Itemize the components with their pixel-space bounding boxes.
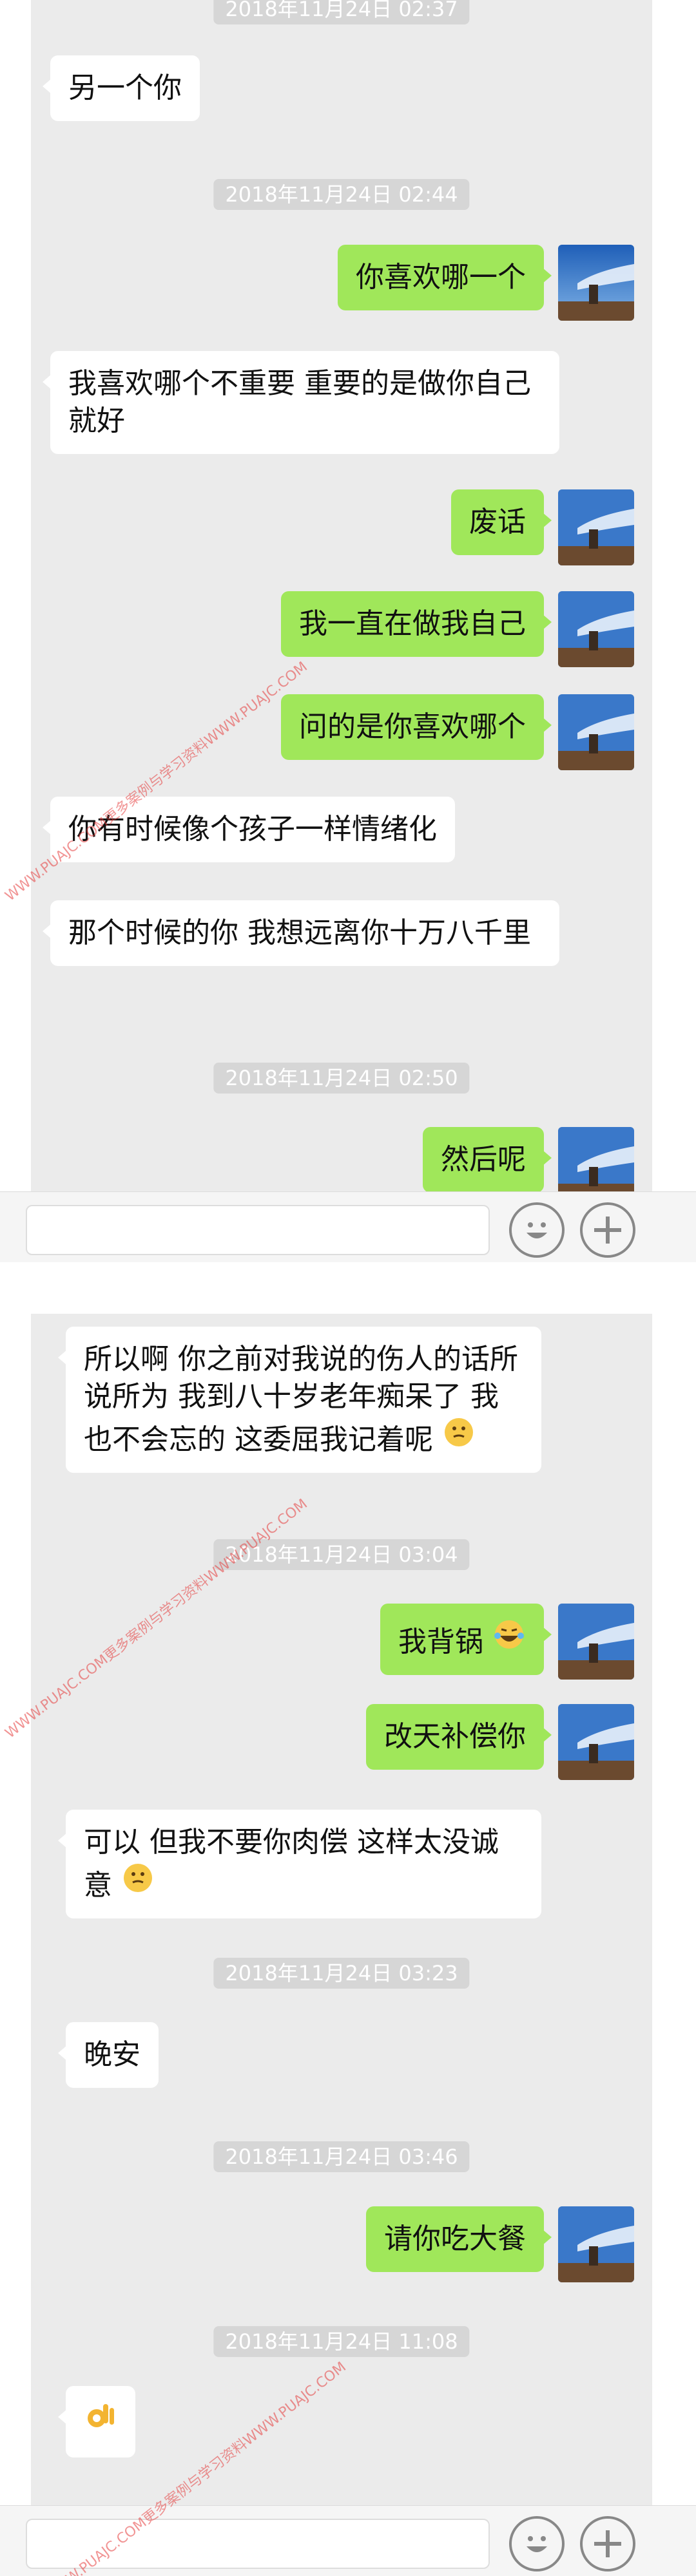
avatar[interactable] bbox=[558, 489, 634, 565]
incoming-message[interactable]: 我喜欢哪个不重要 重要的是做你自己就好 bbox=[43, 351, 559, 454]
incoming-message[interactable]: 可以 但我不要你肉偿 这样太没诚意 bbox=[58, 1810, 541, 1918]
add-button[interactable] bbox=[580, 1202, 635, 1258]
message-input[interactable] bbox=[26, 1205, 490, 1255]
timestamp: 2018年11月24日 02:37 bbox=[213, 0, 470, 24]
add-button[interactable] bbox=[580, 2516, 635, 2571]
avatar[interactable] bbox=[558, 1604, 634, 1680]
avatar[interactable] bbox=[558, 245, 634, 321]
tears-of-joy-emoji-icon bbox=[492, 1618, 526, 1661]
emoji-button[interactable] bbox=[509, 2516, 565, 2571]
incoming-message[interactable]: 那个时候的你 我想远离你十万八千里 bbox=[43, 900, 559, 966]
timestamp: 2018年11月24日 03:23 bbox=[213, 1958, 470, 1989]
sky-chimney-avatar-icon bbox=[558, 694, 634, 770]
sky-chimney-avatar-icon bbox=[558, 591, 634, 667]
avatar[interactable] bbox=[558, 2206, 634, 2282]
avatar[interactable] bbox=[558, 694, 634, 770]
outgoing-message[interactable]: 我一直在做我自己 bbox=[281, 591, 552, 657]
outgoing-message[interactable]: 废话 bbox=[451, 489, 552, 555]
chat-screen-2: 所以啊 你之前对我说的伤人的话所说所为 我到八十岁老年痴呆了 我也不会忘的 这委… bbox=[0, 1314, 696, 2576]
smiley-face-icon bbox=[527, 1222, 547, 1238]
smiley-face-icon bbox=[527, 2536, 547, 2552]
outgoing-message[interactable]: 我背锅 bbox=[380, 1604, 552, 1675]
outgoing-message[interactable]: 你喜欢哪一个 bbox=[338, 245, 552, 310]
timestamp: 2018年11月24日 11:08 bbox=[213, 2326, 470, 2357]
chat-screen-1: 2018年11月24日 02:37 另一个你 2018年11月24日 02:44… bbox=[0, 0, 696, 1262]
sky-chimney-avatar-icon bbox=[558, 245, 634, 321]
ok-hand-emoji-icon bbox=[82, 2399, 119, 2445]
message-text: 我背锅 bbox=[398, 1625, 483, 1658]
incoming-message[interactable]: 另一个你 bbox=[43, 55, 200, 121]
incoming-message[interactable]: 所以啊 你之前对我说的伤人的话所说所为 我到八十岁老年痴呆了 我也不会忘的 这委… bbox=[58, 1327, 541, 1473]
chat-area[interactable]: 2018年11月24日 02:37 另一个你 2018年11月24日 02:44… bbox=[31, 0, 652, 1262]
timestamp: 2018年11月24日 03:46 bbox=[213, 2141, 470, 2172]
emoji-button[interactable] bbox=[509, 1202, 565, 1258]
sky-chimney-avatar-icon bbox=[558, 489, 634, 565]
outgoing-message[interactable]: 然后呢 bbox=[423, 1127, 552, 1193]
sky-chimney-avatar-icon bbox=[558, 1704, 634, 1780]
thinking-emoji-icon bbox=[442, 1416, 476, 1459]
incoming-message[interactable]: 晚安 bbox=[58, 2022, 159, 2088]
outgoing-message[interactable]: 问的是你喜欢哪个 bbox=[281, 694, 552, 760]
plus-icon bbox=[594, 1217, 621, 1244]
chat-area[interactable]: 所以啊 你之前对我说的伤人的话所说所为 我到八十岁老年痴呆了 我也不会忘的 这委… bbox=[31, 1314, 652, 2576]
incoming-message[interactable] bbox=[58, 2386, 135, 2458]
thinking-emoji-icon bbox=[121, 1861, 155, 1904]
outgoing-message[interactable]: 改天补偿你 bbox=[366, 1704, 552, 1770]
sky-chimney-avatar-icon bbox=[558, 2206, 634, 2282]
avatar[interactable] bbox=[558, 591, 634, 667]
timestamp: 2018年11月24日 02:50 bbox=[213, 1063, 470, 1094]
avatar[interactable] bbox=[558, 1704, 634, 1780]
outgoing-message[interactable]: 请你吃大餐 bbox=[366, 2206, 552, 2272]
sky-chimney-avatar-icon bbox=[558, 1604, 634, 1680]
plus-icon bbox=[594, 2530, 621, 2557]
message-composer bbox=[0, 1191, 696, 1262]
timestamp: 2018年11月24日 02:44 bbox=[213, 179, 470, 210]
